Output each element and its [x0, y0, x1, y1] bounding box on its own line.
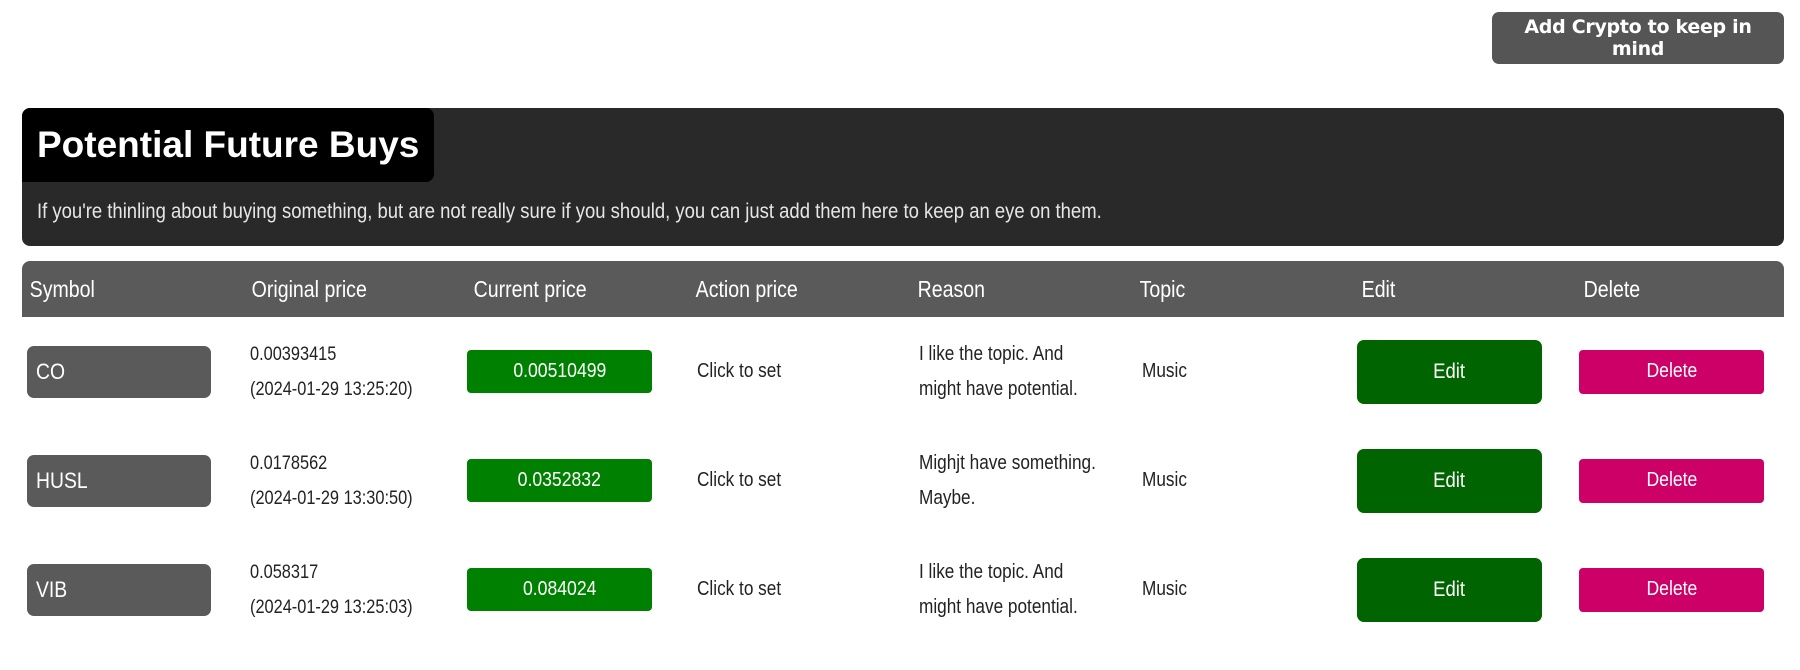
topic-text: Music [1142, 469, 1187, 491]
add-crypto-button[interactable]: Add Crypto to keep in mind [1492, 12, 1784, 64]
topic-cell: Music [1132, 535, 1354, 644]
original-price-cell: 0.00393415 (2024-01-29 13:25:20) [244, 317, 466, 426]
current-price: 0.00510499 [512, 360, 606, 382]
top-bar: Add Crypto to keep in mind [0, 0, 1800, 108]
column-header-action-price: Action price [695, 275, 798, 302]
reason-cell: Mighjt have something. Maybe. [910, 426, 1132, 535]
watchlist-table: Symbol Original price Current price Acti… [22, 261, 1784, 644]
topic-cell: Music [1132, 317, 1354, 426]
action-price-cell: Click to set [688, 535, 910, 644]
symbol-cell: CO [22, 317, 244, 426]
column-header-original-price: Original price [251, 275, 367, 302]
symbol-cell: HUSL [22, 426, 244, 535]
edit-button[interactable]: Edit [1357, 557, 1542, 622]
symbol-text: CO [36, 358, 66, 384]
current-price-cell: 0.084024 [466, 535, 688, 644]
delete-label: Delete [1646, 360, 1697, 382]
current-price: 0.0352832 [517, 469, 602, 491]
action-price-text: Click to set [697, 360, 782, 382]
original-price: 0.058317 [250, 561, 319, 583]
current-price-button[interactable]: 0.084024 [467, 568, 652, 611]
delete-label: Delete [1646, 578, 1697, 600]
reason-text: I like the topic. And might have potenti… [919, 342, 1078, 400]
original-price-time: (2024-01-29 13:25:03) [250, 596, 413, 618]
title-box: Potential Future Buys [22, 108, 435, 182]
delete-cell: Delete [1576, 535, 1798, 644]
edit-label: Edit [1433, 468, 1466, 492]
current-price-cell: 0.00510499 [466, 317, 688, 426]
action-price-link[interactable]: Click to set [688, 360, 795, 383]
intro-panel: Potential Future Buys If you're thinling… [22, 108, 1784, 246]
edit-button[interactable]: Edit [1357, 448, 1542, 513]
delete-cell: Delete [1576, 426, 1798, 535]
original-price-cell: 0.0178562 (2024-01-29 13:30:50) [244, 426, 466, 535]
symbol-text: HUSL [36, 467, 88, 493]
reason-text: Mighjt have something. Maybe. [919, 451, 1096, 509]
table-header: Symbol Original price Current price Acti… [22, 261, 1784, 317]
current-price-cell: 0.0352832 [466, 426, 688, 535]
column-header-topic: Topic [1139, 275, 1186, 302]
action-price-cell: Click to set [688, 317, 910, 426]
table-row: CO 0.00393415 (2024-01-29 13:25:20) 0.00… [22, 317, 1784, 426]
column-header-current-price: Current price [473, 275, 587, 302]
edit-cell: Edit [1354, 535, 1576, 644]
edit-button[interactable]: Edit [1357, 339, 1542, 404]
delete-button[interactable]: Delete [1579, 349, 1764, 394]
topic-text: Music [1142, 360, 1187, 382]
action-price-cell: Click to set [688, 426, 910, 535]
action-price-text: Click to set [697, 469, 782, 491]
original-price: 0.00393415 [250, 343, 337, 365]
current-price-button[interactable]: 0.0352832 [467, 459, 652, 502]
current-price: 0.084024 [522, 578, 597, 600]
action-price-link[interactable]: Click to set [688, 578, 795, 601]
action-price-link[interactable]: Click to set [688, 469, 795, 492]
edit-cell: Edit [1354, 317, 1576, 426]
topic-text: Music [1142, 578, 1187, 600]
reason-text: I like the topic. And might have potenti… [919, 560, 1078, 618]
current-price-button[interactable]: 0.00510499 [467, 350, 652, 393]
symbol-badge[interactable]: CO [27, 345, 211, 398]
original-price-cell: 0.058317 (2024-01-29 13:25:03) [244, 535, 466, 644]
column-header-symbol: Symbol [29, 275, 95, 302]
symbol-badge[interactable]: VIB [27, 563, 211, 616]
intro-description: If you're thinling about buying somethin… [37, 200, 1102, 223]
reason-cell: I like the topic. And might have potenti… [910, 535, 1132, 644]
topic-cell: Music [1132, 426, 1354, 535]
symbol-text: VIB [36, 576, 68, 602]
delete-button[interactable]: Delete [1579, 567, 1764, 612]
original-price-time: (2024-01-29 13:25:20) [250, 378, 413, 400]
edit-label: Edit [1433, 577, 1466, 601]
page-title: Potential Future Buys [37, 124, 420, 165]
original-price-time: (2024-01-29 13:30:50) [250, 487, 413, 509]
delete-button[interactable]: Delete [1579, 458, 1764, 503]
delete-cell: Delete [1576, 317, 1798, 426]
edit-label: Edit [1433, 359, 1466, 383]
edit-cell: Edit [1354, 426, 1576, 535]
symbol-badge[interactable]: HUSL [27, 454, 211, 507]
reason-cell: I like the topic. And might have potenti… [910, 317, 1132, 426]
column-header-reason: Reason [917, 275, 986, 302]
table-row: HUSL 0.0178562 (2024-01-29 13:30:50) 0.0… [22, 426, 1784, 535]
original-price: 0.0178562 [250, 452, 328, 474]
column-header-delete: Delete [1583, 275, 1641, 302]
symbol-cell: VIB [22, 535, 244, 644]
column-header-edit: Edit [1361, 275, 1396, 302]
delete-label: Delete [1646, 469, 1697, 491]
table-row: VIB 0.058317 (2024-01-29 13:25:03) 0.084… [22, 535, 1784, 644]
action-price-text: Click to set [697, 578, 782, 600]
